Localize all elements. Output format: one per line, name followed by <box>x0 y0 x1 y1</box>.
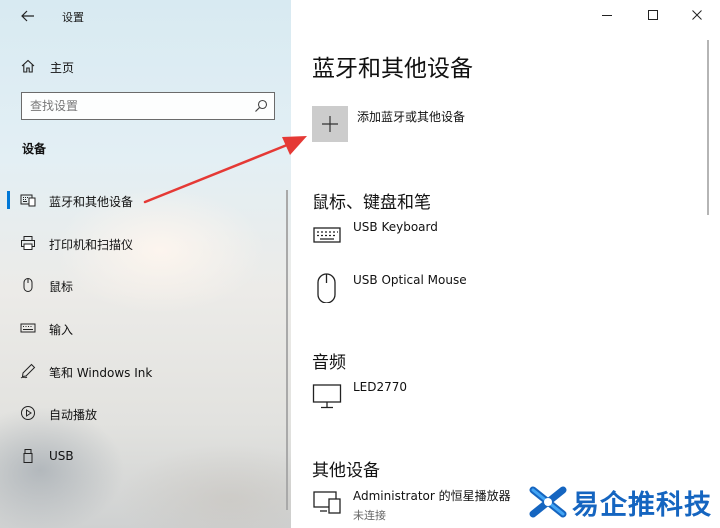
sidebar-item-label: 鼠标 <box>49 280 74 294</box>
usb-icon <box>23 449 33 463</box>
sidebar-scrollbar[interactable] <box>286 190 288 510</box>
sidebar-item-bluetooth[interactable]: 蓝牙和其他设备 <box>0 182 291 218</box>
sidebar-item-label: 蓝牙和其他设备 <box>49 195 134 209</box>
device-name: USB Optical Mouse <box>353 273 467 287</box>
add-device-button[interactable] <box>312 106 348 142</box>
home-icon <box>21 59 35 73</box>
mouse-icon <box>23 278 33 292</box>
autoplay-icon <box>21 406 35 420</box>
device-usb-keyboard[interactable]: USB Keyboard <box>309 220 689 260</box>
watermark: 易企推科技 <box>528 481 718 523</box>
group-title-audio: 音频 <box>312 353 346 373</box>
back-button[interactable] <box>16 4 40 28</box>
main-scrollbar[interactable] <box>707 40 709 215</box>
selection-indicator <box>7 191 10 209</box>
printer-icon <box>21 236 35 250</box>
search-box[interactable] <box>21 92 275 120</box>
maximize-icon <box>648 10 658 20</box>
home-label: 主页 <box>50 61 75 75</box>
sidebar-item-mouse[interactable]: 鼠标 <box>0 267 291 303</box>
minimize-icon <box>602 15 612 16</box>
group-title-input-devices: 鼠标、键盘和笔 <box>312 193 431 213</box>
device-usb-optical-mouse[interactable]: USB Optical Mouse <box>309 273 689 313</box>
maximize-button[interactable] <box>630 0 676 30</box>
main-pane: 蓝牙和其他设备 添加蓝牙或其他设备 鼠标、键盘和笔 USB Keyboard U… <box>291 0 720 528</box>
sidebar: 设置 主页 设备 蓝牙和其他设备 <box>0 0 291 528</box>
device-status: 未连接 <box>353 509 386 522</box>
minimize-button[interactable] <box>584 0 630 30</box>
monitor-icon <box>312 384 342 409</box>
plus-icon <box>322 116 338 132</box>
sidebar-item-autoplay[interactable]: 自动播放 <box>0 395 291 431</box>
home-link[interactable]: 主页 <box>0 50 291 82</box>
sidebar-item-typing[interactable]: 输入 <box>0 310 291 346</box>
sidebar-item-label: USB <box>49 449 74 463</box>
keyboard-icon <box>313 227 341 243</box>
watermark-text: 易企推科技 <box>572 489 712 521</box>
group-title-other-devices: 其他设备 <box>312 461 380 481</box>
search-input[interactable] <box>30 97 250 115</box>
close-icon <box>692 10 702 20</box>
close-button[interactable] <box>674 0 720 30</box>
keyboard-icon <box>20 323 36 333</box>
app-title: 设置 <box>62 11 84 24</box>
device-name: USB Keyboard <box>353 220 438 234</box>
title-bar: 设置 <box>0 0 291 32</box>
sidebar-item-label: 笔和 Windows Ink <box>49 366 153 380</box>
keyboard-devices-icon <box>20 194 36 207</box>
pen-icon <box>20 363 36 379</box>
device-led2770[interactable]: LED2770 <box>309 380 689 420</box>
sidebar-item-label: 打印机和扫描仪 <box>49 238 134 252</box>
sidebar-item-usb[interactable]: USB <box>0 438 291 474</box>
page-title: 蓝牙和其他设备 <box>312 56 473 82</box>
brand-logo-icon <box>529 484 567 520</box>
media-device-icon <box>313 491 341 514</box>
sidebar-item-label: 输入 <box>49 323 74 337</box>
sidebar-item-printers[interactable]: 打印机和扫描仪 <box>0 225 291 261</box>
sidebar-item-pen[interactable]: 笔和 Windows Ink <box>0 353 291 389</box>
settings-window: 设置 主页 设备 蓝牙和其他设备 <box>0 0 720 528</box>
search-icon[interactable] <box>254 99 268 113</box>
add-device-label[interactable]: 添加蓝牙或其他设备 <box>357 108 465 125</box>
mouse-icon <box>317 273 336 303</box>
section-header-devices: 设备 <box>22 142 47 156</box>
sidebar-item-label: 自动播放 <box>49 408 98 422</box>
device-name: LED2770 <box>353 380 408 394</box>
back-arrow-icon <box>21 10 34 22</box>
device-name: Administrator 的恒星播放器 <box>353 489 511 503</box>
